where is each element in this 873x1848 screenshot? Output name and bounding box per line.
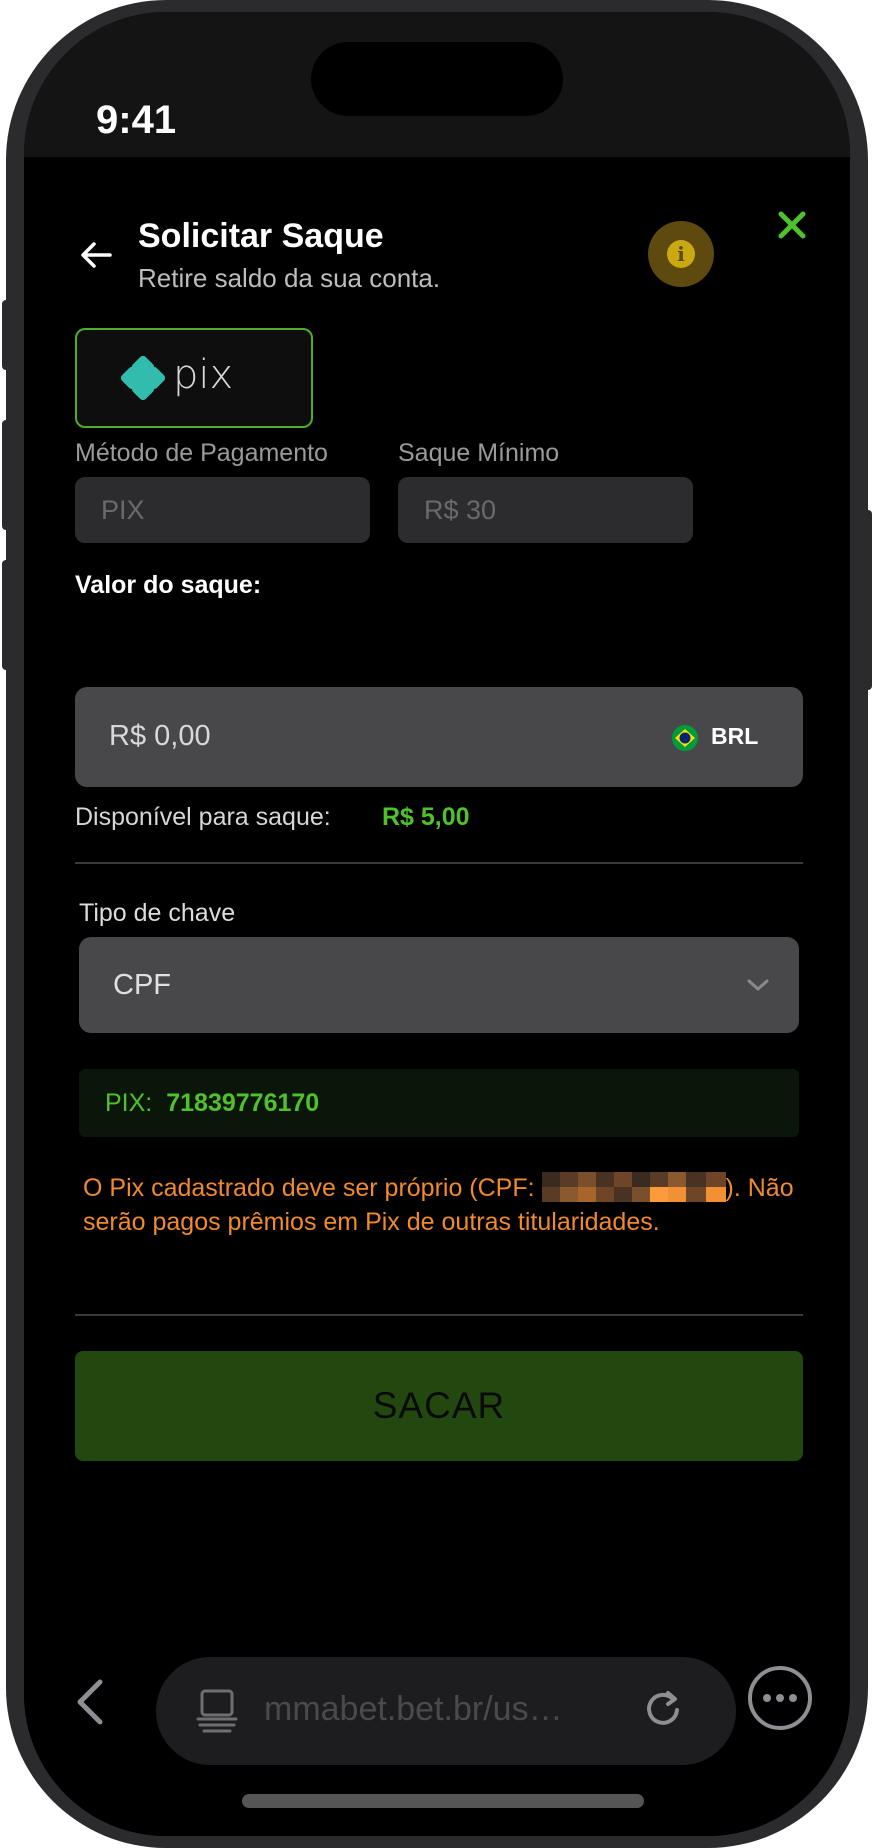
page-title: Solicitar Saque xyxy=(138,217,384,255)
phone-frame: 9:41 Solicitar Saque Retire saldo da sua… xyxy=(2,0,872,1848)
url-text: mmabet.bet.br/us… xyxy=(264,1690,563,1728)
payment-method-label: Método de Pagamento xyxy=(75,439,328,467)
browser-back-icon[interactable] xyxy=(64,1672,114,1732)
pix-logo-text: pix xyxy=(173,352,233,398)
amount-input[interactable]: R$ 0,00 BRL xyxy=(75,687,803,787)
pix-key-display: PIX: 71839776170 xyxy=(79,1069,799,1137)
side-button-volume-down xyxy=(2,560,10,670)
available-value: R$ 5,00 xyxy=(382,803,470,831)
divider xyxy=(75,862,803,864)
amount-value: R$ 0,00 xyxy=(109,720,211,752)
pix-logo-icon: pix xyxy=(120,352,233,401)
brazil-flag-icon xyxy=(672,725,698,751)
min-withdrawal-label: Saque Mínimo xyxy=(398,439,560,467)
side-button-power xyxy=(864,510,872,690)
redacted-cpf xyxy=(541,1172,726,1203)
withdraw-button[interactable]: SACAR xyxy=(75,1351,803,1461)
currency-label: BRL xyxy=(711,723,759,749)
info-icon: i xyxy=(667,240,695,268)
back-arrow-icon[interactable] xyxy=(76,235,116,275)
screen: 9:41 Solicitar Saque Retire saldo da sua… xyxy=(24,12,850,1836)
available-label: Disponível para saque: xyxy=(75,803,331,831)
amount-label: Valor do saque: xyxy=(75,571,262,599)
home-indicator[interactable] xyxy=(242,1794,644,1808)
withdraw-page: Solicitar Saque Retire saldo da sua cont… xyxy=(24,157,850,1657)
chevron-down-icon xyxy=(747,979,769,991)
divider xyxy=(75,1314,803,1316)
page-subtitle: Retire saldo da sua conta. xyxy=(138,263,441,293)
side-button-mute xyxy=(2,300,10,370)
warning-text-before: O Pix cadastrado deve ser próprio (CPF: xyxy=(83,1174,542,1202)
dynamic-island xyxy=(311,42,563,116)
key-type-value: CPF xyxy=(113,969,171,1001)
status-bar: 9:41 xyxy=(24,12,850,157)
address-bar[interactable]: mmabet.bet.br/us… xyxy=(156,1657,736,1765)
pix-key-value: 71839776170 xyxy=(166,1088,320,1117)
tabs-icon[interactable] xyxy=(194,1687,240,1733)
payment-method-field: PIX xyxy=(75,477,370,543)
pix-key-label: PIX: xyxy=(105,1088,153,1117)
key-type-select[interactable]: CPF xyxy=(79,937,799,1033)
key-type-label: Tipo de chave xyxy=(79,899,236,927)
pix-method-card[interactable]: pix xyxy=(75,328,313,428)
side-button-volume-up xyxy=(2,420,10,530)
info-button[interactable]: i xyxy=(648,221,714,287)
more-icon[interactable] xyxy=(746,1664,814,1732)
warning-message: O Pix cadastrado deve ser próprio (CPF: xyxy=(83,1171,799,1239)
status-time: 9:41 xyxy=(96,98,177,142)
min-withdrawal-field: R$ 30 xyxy=(398,477,693,543)
reload-icon[interactable] xyxy=(640,1687,686,1733)
close-icon[interactable] xyxy=(772,205,812,245)
